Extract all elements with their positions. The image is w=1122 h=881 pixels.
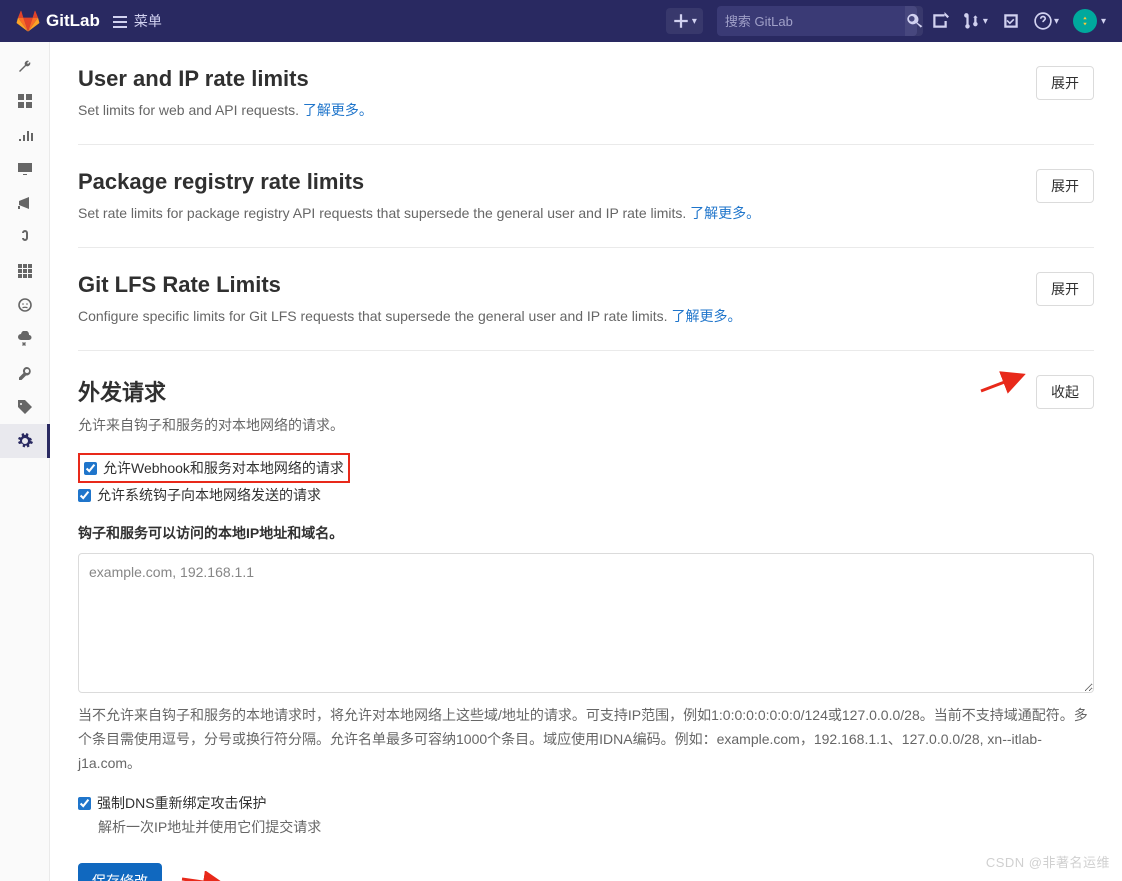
monitor-icon xyxy=(17,161,33,177)
section-title-gitlfs: Git LFS Rate Limits xyxy=(78,272,741,298)
chevron-down-icon: ▾ xyxy=(983,16,988,27)
learn-more-link[interactable]: 了解更多。 xyxy=(690,205,760,221)
hint-dns-rebinding: 解析一次IP地址并使用它们提交请求 xyxy=(98,817,1094,837)
search-button[interactable] xyxy=(905,6,923,36)
hook-icon xyxy=(17,229,33,245)
user-dropdown[interactable]: ▾ xyxy=(1073,9,1106,33)
section-desc-gitlfs: Configure specific limits for Git LFS re… xyxy=(78,306,741,326)
merge-requests-icon xyxy=(963,12,981,30)
key-icon xyxy=(17,365,33,381)
cloud-gear-icon xyxy=(17,331,33,347)
checkbox-dns-rebinding[interactable] xyxy=(78,797,91,810)
label-icon xyxy=(17,399,33,415)
help-dropdown[interactable]: ▾ xyxy=(1034,12,1059,30)
avatar-icon xyxy=(1078,14,1092,28)
checkbox-allow-webhook[interactable] xyxy=(84,462,97,475)
gitlab-logo[interactable]: GitLab xyxy=(16,9,100,33)
plus-icon xyxy=(672,12,690,30)
hamburger-icon xyxy=(112,13,128,29)
sidebar-item-hooks[interactable] xyxy=(0,220,50,254)
search-icon xyxy=(905,12,923,30)
collapse-button-outbound[interactable]: 收起 xyxy=(1036,375,1094,409)
menu-label: 菜单 xyxy=(134,11,162,31)
face-icon xyxy=(17,297,33,313)
watermark: CSDN @非著名运维 xyxy=(986,852,1110,871)
sidebar-item-analytics[interactable] xyxy=(0,118,50,152)
checkbox-label-system-hooks: 允许系统钩子向本地网络发送的请求 xyxy=(97,485,321,505)
hint-allowlist: 当不允许来自钩子和服务的本地请求时，将允许对本地网络上这些域/地址的请求。可支持… xyxy=(78,704,1094,775)
apps-icon xyxy=(17,263,33,279)
expand-button-gitlfs[interactable]: 展开 xyxy=(1036,272,1094,306)
menu-button[interactable]: 菜单 xyxy=(112,11,162,31)
merge-requests-dropdown[interactable]: ▾ xyxy=(963,12,988,30)
section-title-user-ip: User and IP rate limits xyxy=(78,66,373,92)
expand-button-user-ip[interactable]: 展开 xyxy=(1036,66,1094,100)
brand-name: GitLab xyxy=(46,11,100,31)
sidebar-item-labels[interactable] xyxy=(0,390,50,424)
learn-more-link[interactable]: 了解更多。 xyxy=(303,102,373,118)
chevron-down-icon: ▾ xyxy=(1101,16,1106,27)
chevron-down-icon: ▾ xyxy=(1054,16,1059,27)
todo-icon[interactable] xyxy=(1002,12,1020,30)
checkbox-label-webhook: 允许Webhook和服务对本地网络的请求 xyxy=(103,458,344,478)
section-desc-package: Set rate limits for package registry API… xyxy=(78,203,760,223)
sidebar-item-settings[interactable] xyxy=(0,424,50,458)
expand-button-package[interactable]: 展开 xyxy=(1036,169,1094,203)
learn-more-link[interactable]: 了解更多。 xyxy=(671,308,741,324)
highlight-box: 允许Webhook和服务对本地网络的请求 xyxy=(78,453,350,483)
sidebar-item-kubernetes[interactable] xyxy=(0,322,50,356)
chevron-down-icon: ▾ xyxy=(692,16,697,27)
search-input[interactable] xyxy=(725,14,901,29)
sidebar-item-messages[interactable] xyxy=(0,186,50,220)
save-button[interactable]: 保存修改 xyxy=(78,863,162,881)
gear-icon xyxy=(17,433,33,449)
chart-icon xyxy=(17,127,33,143)
sidebar-item-dashboard[interactable] xyxy=(0,84,50,118)
sidebar-item-deploy-keys[interactable] xyxy=(0,356,50,390)
dashboard-icon xyxy=(17,93,33,109)
checkbox-label-dns-rebinding: 强制DNS重新绑定攻击保护 xyxy=(97,793,267,813)
field-label-allowlist: 钩子和服务可以访问的本地IP地址和域名。 xyxy=(78,523,1094,543)
section-desc-user-ip: Set limits for web and API requests. 了解更… xyxy=(78,100,373,120)
checkbox-allow-system-hooks[interactable] xyxy=(78,489,91,502)
gitlab-icon xyxy=(16,9,40,33)
megaphone-icon xyxy=(17,195,33,211)
plus-dropdown[interactable]: ▾ xyxy=(666,8,703,34)
help-icon xyxy=(1034,12,1052,30)
annotation-arrow-save xyxy=(176,871,226,881)
sidebar-item-abuse[interactable] xyxy=(0,288,50,322)
section-desc-outbound: 允许来自钩子和服务的对本地网络的请求。 xyxy=(78,415,344,435)
section-title-outbound: 外发请求 xyxy=(78,375,344,407)
avatar xyxy=(1073,9,1097,33)
wrench-icon xyxy=(17,59,33,75)
sidebar-item-applications[interactable] xyxy=(0,254,50,288)
issues-icon[interactable] xyxy=(931,12,949,30)
search-box[interactable] xyxy=(717,6,917,36)
sidebar-item-monitor[interactable] xyxy=(0,152,50,186)
sidebar-item-wrench[interactable] xyxy=(0,50,50,84)
section-title-package: Package registry rate limits xyxy=(78,169,760,195)
textarea-allowlist[interactable] xyxy=(78,553,1094,693)
